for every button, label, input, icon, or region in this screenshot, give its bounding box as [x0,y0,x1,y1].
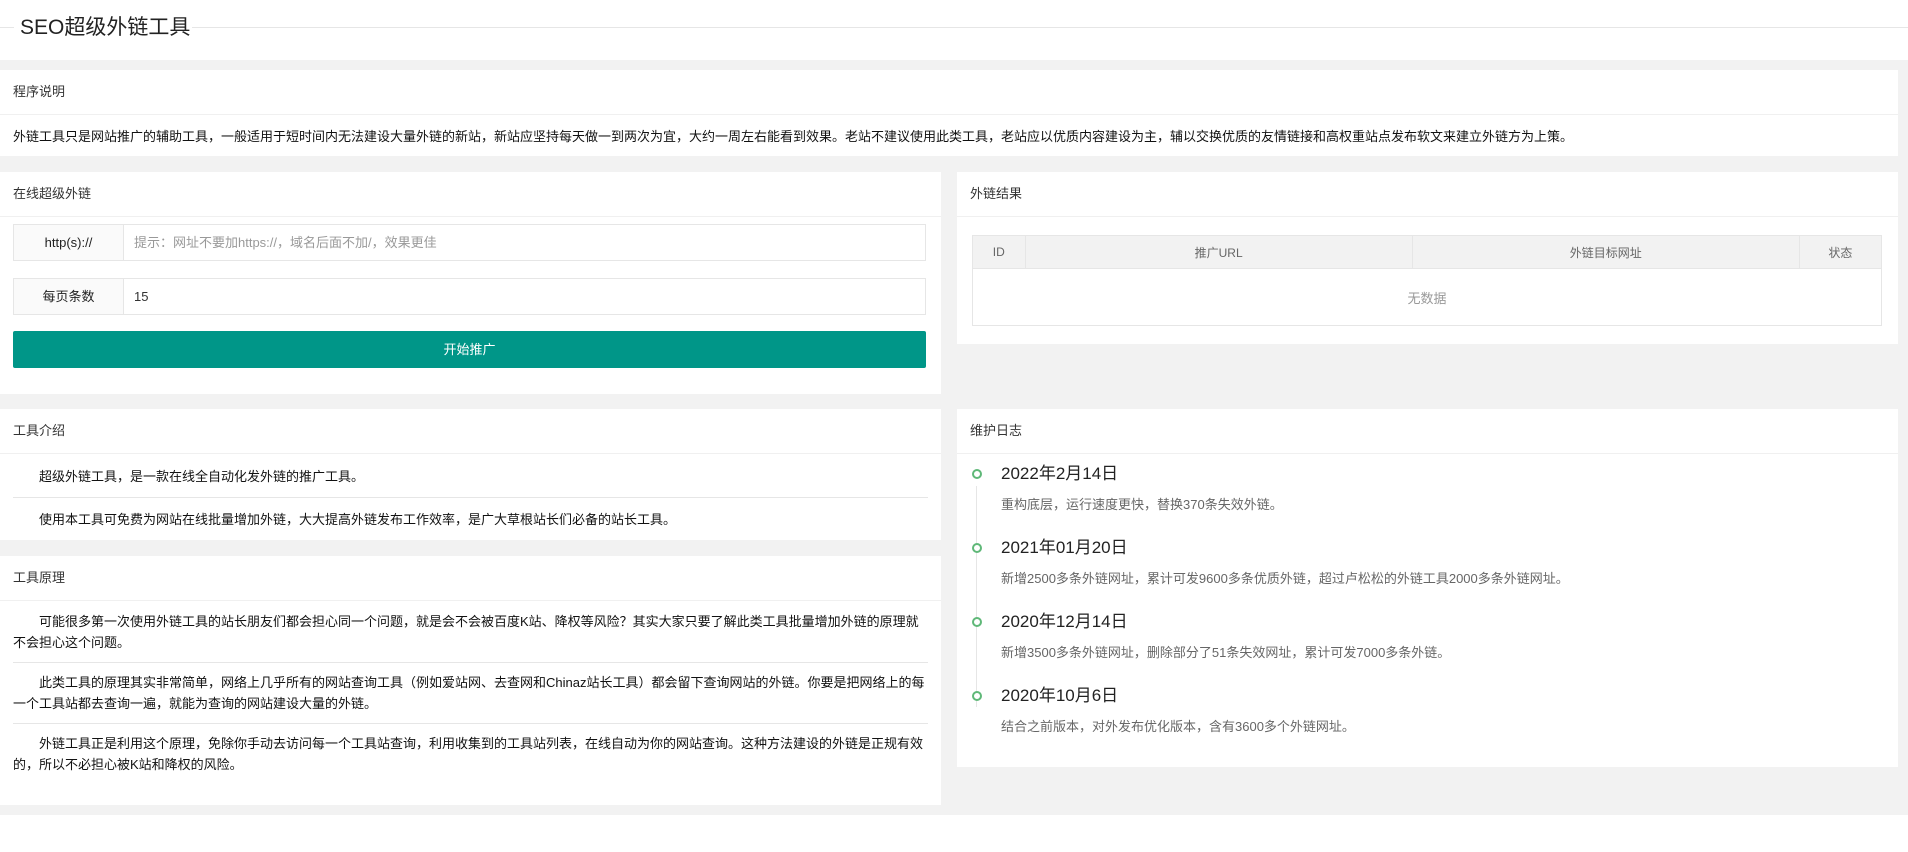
notice-text: 外链工具只是网站推广的辅助工具，一般适用于短时间内无法建设大量外链的新站，新站应… [13,129,1574,144]
log-desc: 新增2500多条外链网址，累计可发9600多条优质外链，超过卢松松的外链工具20… [1001,571,1569,586]
intro-heading: 工具介绍 [0,409,941,454]
form-heading: 在线超级外链 [0,172,941,217]
count-input[interactable] [124,279,924,314]
timeline-dot-icon [972,469,982,479]
count-label: 每页条数 [14,279,124,314]
intro-paragraph: 使用本工具可免费为网站在线批量增加外链，大大提高外链发布工作效率，是广大草根站长… [39,512,677,527]
url-input[interactable] [124,225,924,260]
log-desc: 结合之前版本，对外发布优化版本，含有3600多个外链网址。 [1001,719,1355,734]
timeline-dot-icon [972,617,982,627]
principle-heading: 工具原理 [0,556,941,601]
timeline-dot-icon [972,543,982,553]
results-card: 外链结果 ID 推广URL 外链目标网址 状态 无数据 [957,172,1898,344]
url-label: http(s):// [14,225,124,260]
intro-card: 工具介绍 超级外链工具，是一款在线全自动化发外链的推广工具。 使用本工具可免费为… [0,409,941,540]
start-promote-button[interactable]: 开始推广 [13,331,926,368]
results-header-row: ID 推广URL 外链目标网址 状态 [972,235,1883,269]
results-table: ID 推广URL 外链目标网址 状态 无数据 [972,235,1883,326]
footer-area [0,815,1908,852]
principle-paragraph: 外链工具正是利用这个原理，免除你手动去访问每一个工具站查询，利用收集到的工具站列… [13,736,924,772]
timeline-dot-icon [972,691,982,701]
principle-card: 工具原理 可能很多第一次使用外链工具的站长朋友们都会担心同一个问题，就是会不会被… [0,556,941,805]
col-id: ID [972,235,1026,269]
col-target-url: 外链目标网址 [1411,235,1800,269]
col-status: 状态 [1798,235,1883,269]
log-date: 2022年2月14日 [1001,464,1119,483]
header-rule-right [188,27,1908,28]
principle-paragraph: 可能很多第一次使用外链工具的站长朋友们都会担心同一个问题，就是会不会被百度K站、… [13,614,919,650]
empty-row: 无数据 [972,268,1882,326]
count-row: 每页条数 [13,278,926,315]
log-date: 2021年01月20日 [1001,538,1128,557]
notice-heading: 程序说明 [0,70,1898,115]
col-promote-url: 推广URL [1024,235,1413,269]
principle-paragraph: 此类工具的原理其实非常简单，网络上几乎所有的网站查询工具（例如爱站网、去查网和C… [13,675,925,711]
maintenance-log-card: 维护日志 2022年2月14日 重构底层，运行速度更快，替换370条失效外链。 … [957,409,1898,767]
notice-card: 程序说明 外链工具只是网站推广的辅助工具，一般适用于短时间内无法建设大量外链的新… [0,70,1898,156]
intro-paragraph: 超级外链工具，是一款在线全自动化发外链的推广工具。 [39,469,365,484]
log-date: 2020年12月14日 [1001,612,1128,631]
log-desc: 新增3500多条外链网址，删除部分了51条失效网址，累计可发7000多条外链。 [1001,645,1451,660]
page-title: SEO超级外链工具 [18,14,193,42]
page-header: SEO超级外链工具 [0,0,1908,60]
header-rule-left [0,27,14,28]
log-desc: 重构底层，运行速度更快，替换370条失效外链。 [1001,497,1283,512]
link-form-card: 在线超级外链 http(s):// 每页条数 开始推广 [0,172,941,394]
log-heading: 维护日志 [957,409,1898,454]
log-date: 2020年10月6日 [1001,686,1119,705]
empty-text: 无数据 [972,268,1882,326]
url-row: http(s):// [13,224,926,261]
results-heading: 外链结果 [957,172,1898,217]
timeline-axis [976,486,977,707]
